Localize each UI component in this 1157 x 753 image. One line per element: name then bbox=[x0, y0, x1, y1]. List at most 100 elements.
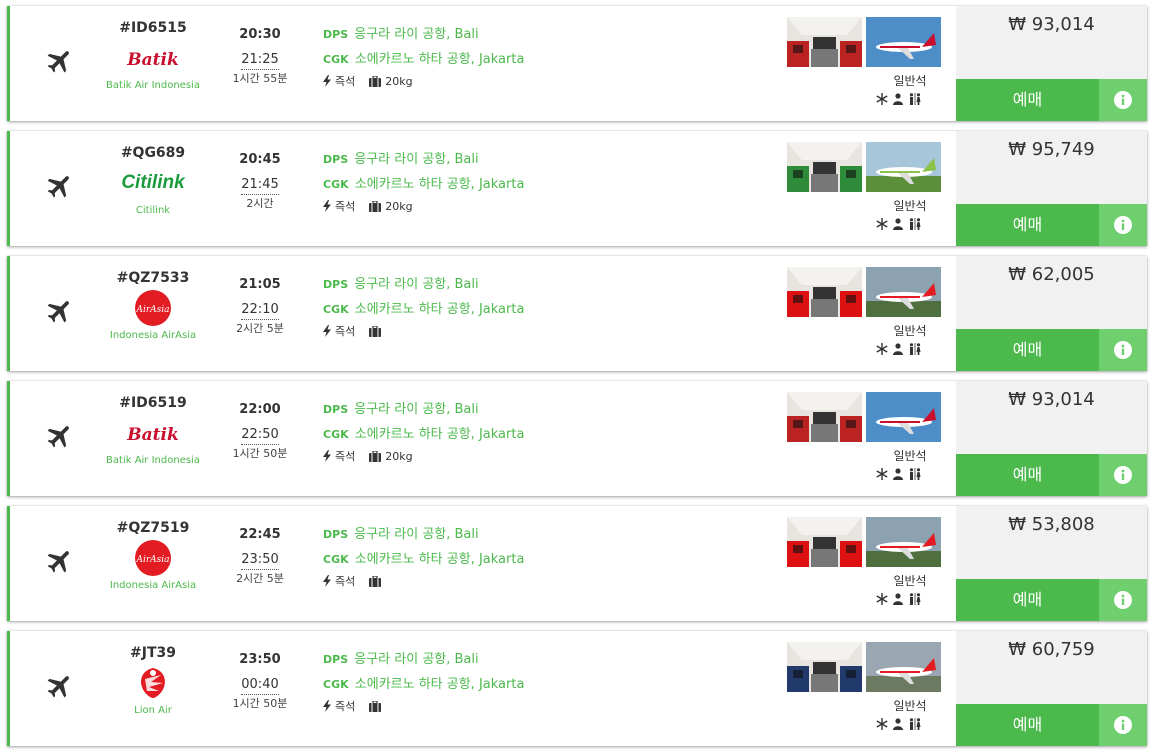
fare-price: ₩ 60,759 bbox=[1008, 639, 1095, 660]
aircraft-photos bbox=[787, 392, 941, 442]
aircraft-photo[interactable] bbox=[866, 517, 941, 567]
flight-card[interactable]: #QG689 Citilink Citilink 20:45 21:45 2시간 DPS 응… bbox=[7, 131, 1147, 246]
info-icon[interactable] bbox=[1099, 704, 1147, 746]
airline-name: Indonesia AirAsia bbox=[109, 330, 197, 341]
arrival-time[interactable]: 23:50 bbox=[241, 551, 279, 570]
destination-airport: 소에카르노 하타 공항, Jakarta bbox=[354, 302, 525, 317]
origin-airport: 응구라 라이 공항, Bali bbox=[354, 402, 479, 417]
flight-times: 22:45 23:50 2시간 5분 bbox=[228, 526, 292, 586]
amenities bbox=[876, 715, 922, 734]
fare-features: 즉석 20kg bbox=[323, 73, 524, 89]
flight-times: 22:00 22:50 1시간 50분 bbox=[228, 401, 292, 461]
flight-duration: 1시간 50분 bbox=[232, 447, 288, 460]
arrival-time[interactable]: 22:10 bbox=[241, 301, 279, 320]
flight-card[interactable]: #QZ7519 AirAsia Indonesia AirAsia 22:45 23:5… bbox=[7, 506, 1147, 621]
origin-code: DPS bbox=[323, 528, 349, 541]
info-icon[interactable] bbox=[1099, 579, 1147, 621]
aircraft-photo[interactable] bbox=[866, 17, 941, 67]
restroom-icon bbox=[908, 90, 922, 109]
cabin-class: 일반석 bbox=[893, 324, 927, 338]
baggage-allowance: 20kg bbox=[385, 449, 413, 463]
lightning-icon bbox=[323, 450, 331, 462]
airline-block: #JT39 Lion Air bbox=[98, 645, 208, 717]
arrival-time[interactable]: 22:50 bbox=[241, 426, 279, 445]
flight-card[interactable]: #QZ7533 AirAsia Indonesia AirAsia 21:05 22:1… bbox=[7, 256, 1147, 371]
cabin-photo[interactable] bbox=[787, 392, 862, 442]
destination-row: CGK 소에카르노 하타 공항, Jakarta bbox=[323, 426, 524, 444]
destination-code: CGK bbox=[323, 553, 349, 566]
destination-row: CGK 소에카르노 하타 공항, Jakarta bbox=[323, 551, 524, 569]
book-button[interactable]: 예매 bbox=[956, 329, 1099, 371]
airline-block: #ID6519 Batik Batik Air Indonesia bbox=[98, 395, 208, 467]
aircraft-photo[interactable] bbox=[866, 142, 941, 192]
cabin-photo[interactable] bbox=[787, 642, 862, 692]
aircraft-photo[interactable] bbox=[866, 267, 941, 317]
info-icon[interactable] bbox=[1099, 454, 1147, 496]
person-icon bbox=[892, 465, 904, 484]
flight-card[interactable]: #JT39 Lion Air 23:50 00:40 1시간 50분 DPS 응구라 라이… bbox=[7, 631, 1147, 746]
cabin-class: 일반석 bbox=[893, 74, 927, 88]
cabin-photo[interactable] bbox=[787, 17, 862, 67]
aircraft-photos bbox=[787, 517, 941, 567]
info-icon[interactable] bbox=[1099, 329, 1147, 371]
suitcase-icon bbox=[369, 200, 382, 212]
svg-text:AirAsia: AirAsia bbox=[135, 305, 169, 315]
fare-features: 즉석 bbox=[323, 698, 524, 714]
route-block: DPS 응구라 라이 공항, Bali CGK 소에카르노 하타 공항, Jaka… bbox=[323, 526, 524, 589]
flight-times: 23:50 00:40 1시간 50분 bbox=[228, 651, 292, 711]
aircraft-photo[interactable] bbox=[866, 642, 941, 692]
suitcase-icon bbox=[369, 75, 382, 87]
arrival-time[interactable]: 21:45 bbox=[241, 176, 279, 195]
arrival-time[interactable]: 00:40 bbox=[241, 676, 279, 695]
book-button[interactable]: 예매 bbox=[956, 454, 1099, 496]
origin-airport: 응구라 라이 공항, Bali bbox=[354, 27, 479, 42]
baggage-allowance: 20kg bbox=[385, 74, 413, 88]
fare-price: ₩ 95,749 bbox=[1008, 139, 1095, 160]
aircraft-photos bbox=[787, 642, 941, 692]
amenities bbox=[876, 590, 922, 609]
cabin-photo[interactable] bbox=[787, 142, 862, 192]
book-button[interactable]: 예매 bbox=[956, 704, 1099, 746]
airline-block: #QG689 Citilink Citilink bbox=[98, 145, 208, 217]
flight-card[interactable]: #ID6515 Batik Batik Air Indonesia 20:30 21:2… bbox=[7, 6, 1147, 121]
origin-code: DPS bbox=[323, 653, 349, 666]
origin-airport: 응구라 라이 공항, Bali bbox=[354, 527, 479, 542]
amenities bbox=[876, 215, 922, 234]
flight-number: #JT39 bbox=[130, 645, 176, 661]
book-button[interactable]: 예매 bbox=[956, 204, 1099, 246]
airline-logo: Batik bbox=[98, 411, 208, 455]
restroom-icon bbox=[908, 715, 922, 734]
flight-times: 21:05 22:10 2시간 5분 bbox=[228, 276, 292, 336]
svg-text:Batik: Batik bbox=[126, 50, 178, 70]
airplane-icon bbox=[45, 46, 75, 76]
person-icon bbox=[892, 340, 904, 359]
book-button[interactable]: 예매 bbox=[956, 579, 1099, 621]
cabin-photo[interactable] bbox=[787, 267, 862, 317]
fare-features: 즉석 20kg bbox=[323, 448, 524, 464]
airline-name: Batik Air Indonesia bbox=[106, 455, 200, 466]
flight-card[interactable]: #ID6519 Batik Batik Air Indonesia 22:00 22:5… bbox=[7, 381, 1147, 496]
airplane-icon bbox=[45, 546, 75, 576]
info-icon[interactable] bbox=[1099, 204, 1147, 246]
destination-row: CGK 소에카르노 하타 공항, Jakarta bbox=[323, 51, 524, 69]
flight-duration: 2시간 bbox=[246, 197, 274, 210]
book-button[interactable]: 예매 bbox=[956, 79, 1099, 121]
info-icon[interactable] bbox=[1099, 79, 1147, 121]
aircraft-photo[interactable] bbox=[866, 392, 941, 442]
origin-row: DPS 응구라 라이 공항, Bali bbox=[323, 26, 524, 44]
person-icon bbox=[892, 90, 904, 109]
cabin-photo[interactable] bbox=[787, 517, 862, 567]
suitcase-icon bbox=[369, 575, 382, 587]
fare-price: ₩ 93,014 bbox=[1008, 14, 1095, 35]
lightning-icon bbox=[323, 200, 331, 212]
flight-duration: 2시간 5분 bbox=[236, 322, 284, 335]
departure-time: 20:45 bbox=[239, 152, 281, 167]
person-icon bbox=[892, 590, 904, 609]
baggage-allowance: 20kg bbox=[385, 199, 413, 213]
arrival-time[interactable]: 21:25 bbox=[241, 51, 279, 70]
airline-logo: AirAsia bbox=[98, 286, 208, 330]
svg-text:Batik: Batik bbox=[126, 425, 178, 445]
destination-airport: 소에카르노 하타 공항, Jakarta bbox=[354, 552, 525, 567]
origin-code: DPS bbox=[323, 153, 349, 166]
snowflake-icon bbox=[876, 90, 888, 109]
